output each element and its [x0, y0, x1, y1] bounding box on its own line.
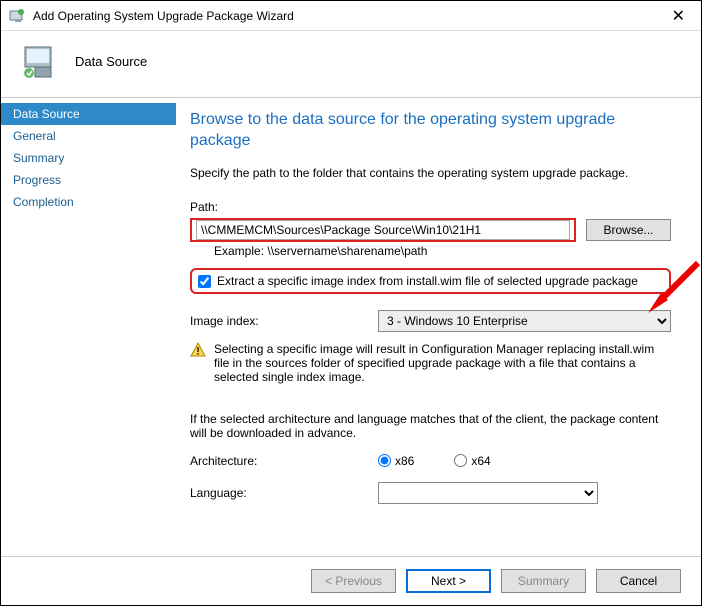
- step-general[interactable]: General: [1, 125, 176, 147]
- path-highlight: [190, 218, 576, 242]
- instruction-text: Specify the path to the folder that cont…: [190, 166, 671, 180]
- cancel-button[interactable]: Cancel: [596, 569, 681, 593]
- image-index-label: Image index:: [190, 314, 370, 328]
- arch-x64-label: x64: [471, 454, 490, 468]
- wizard-footer: < Previous Next > Summary Cancel: [1, 556, 701, 605]
- step-summary[interactable]: Summary: [1, 147, 176, 169]
- arch-x86-label: x86: [395, 454, 414, 468]
- window-title: Add Operating System Upgrade Package Wiz…: [33, 9, 664, 23]
- path-input[interactable]: [196, 220, 570, 240]
- titlebar: Add Operating System Upgrade Package Wiz…: [1, 1, 701, 31]
- page-title: Browse to the data source for the operat…: [190, 110, 671, 152]
- header-icon: [21, 41, 61, 81]
- app-icon: [9, 8, 25, 24]
- wizard-steps: Data Source General Summary Progress Com…: [1, 98, 176, 556]
- warning-text: Selecting a specific image will result i…: [214, 342, 671, 384]
- close-button[interactable]: ✕: [664, 4, 693, 28]
- header-title: Data Source: [75, 54, 147, 69]
- arch-x86-radio[interactable]: [378, 454, 391, 467]
- wizard-header: Data Source: [1, 31, 701, 97]
- arch-x64-radio[interactable]: [454, 454, 467, 467]
- warning-icon: [190, 342, 206, 384]
- step-progress[interactable]: Progress: [1, 169, 176, 191]
- step-data-source[interactable]: Data Source: [1, 103, 176, 125]
- extract-checkbox[interactable]: [198, 275, 211, 288]
- language-label: Language:: [190, 486, 370, 500]
- extract-highlight: Extract a specific image index from inst…: [190, 268, 671, 294]
- extract-label: Extract a specific image index from inst…: [217, 274, 638, 288]
- architecture-label: Architecture:: [190, 454, 370, 468]
- summary-button: Summary: [501, 569, 586, 593]
- path-label: Path:: [190, 200, 671, 214]
- previous-button: < Previous: [311, 569, 396, 593]
- path-example: Example: \\servername\sharename\path: [214, 244, 671, 258]
- browse-button[interactable]: Browse...: [586, 219, 671, 241]
- main-panel: Browse to the data source for the operat…: [176, 98, 701, 556]
- advance-note: If the selected architecture and languag…: [190, 412, 671, 440]
- step-completion[interactable]: Completion: [1, 191, 176, 213]
- image-index-select[interactable]: 3 - Windows 10 Enterprise: [378, 310, 671, 332]
- language-select[interactable]: [378, 482, 598, 504]
- next-button[interactable]: Next >: [406, 569, 491, 593]
